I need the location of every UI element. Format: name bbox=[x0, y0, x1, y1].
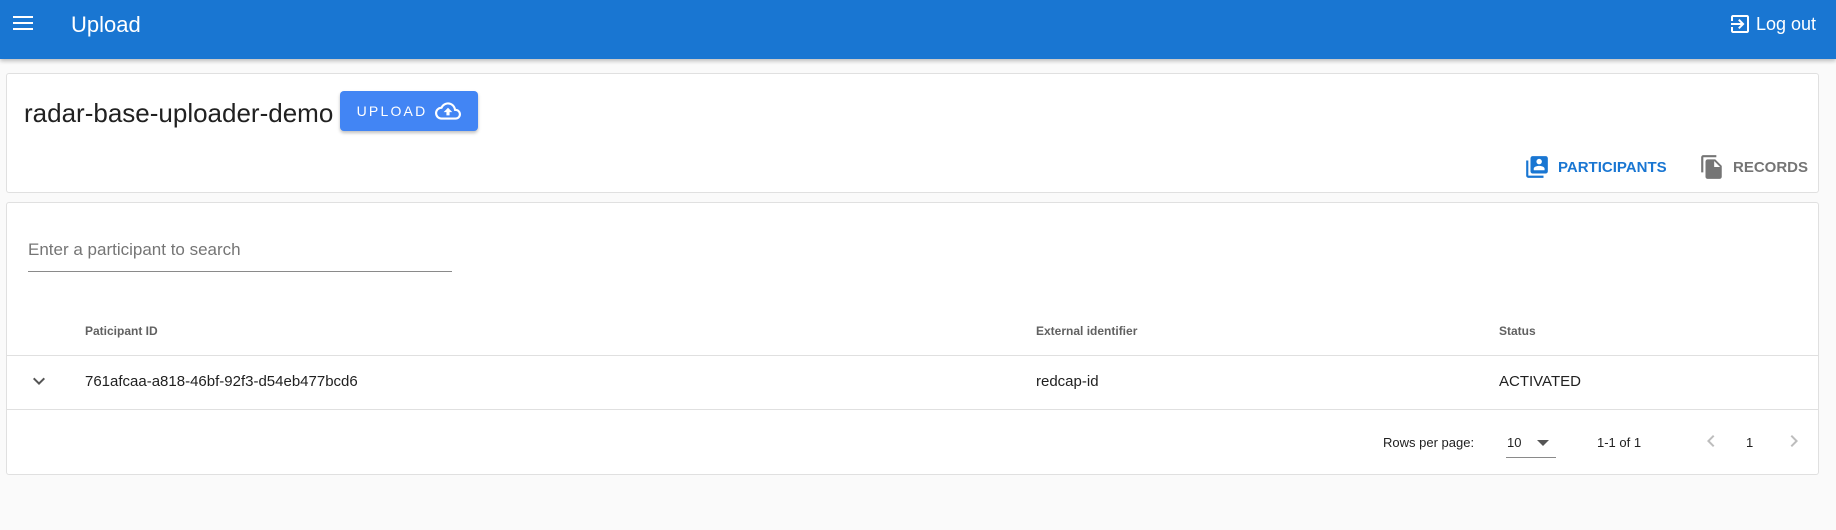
rows-per-page-label: Rows per page: bbox=[1383, 435, 1475, 450]
project-name: radar-base-uploader-demo bbox=[24, 98, 334, 128]
column-header-participant-id[interactable]: Paticipant ID bbox=[85, 324, 158, 338]
logout-button[interactable]: Log out bbox=[1728, 12, 1816, 36]
app-bar: Upload Log out bbox=[0, 0, 1836, 59]
search-field[interactable] bbox=[28, 236, 452, 272]
tab-records[interactable]: RECORDS bbox=[1699, 151, 1808, 183]
chevron-down-icon[interactable] bbox=[27, 369, 51, 393]
participants-icon bbox=[1526, 156, 1548, 178]
participant-id-cell: 761afcaa-a818-46bf-92f3-d54eb477bcd6 bbox=[85, 373, 358, 390]
column-header-external-identifier[interactable]: External identifier bbox=[1036, 324, 1137, 338]
cloud-upload-icon bbox=[435, 102, 462, 120]
rows-per-page-value: 10 bbox=[1507, 435, 1522, 450]
column-header-status[interactable]: Status bbox=[1499, 324, 1536, 338]
participants-card: Paticipant ID External identifier Status… bbox=[6, 202, 1819, 475]
table-row[interactable]: 761afcaa-a818-46bf-92f3-d54eb477bcd6 red… bbox=[7, 355, 1818, 409]
records-icon bbox=[1701, 155, 1722, 179]
dropdown-caret-icon bbox=[1537, 440, 1549, 446]
current-page: 1 bbox=[1746, 435, 1754, 450]
search-input[interactable] bbox=[28, 236, 452, 260]
logout-label: Log out bbox=[1755, 13, 1816, 34]
table-divider bbox=[7, 409, 1818, 410]
upload-label: UPLOAD bbox=[356, 103, 428, 119]
external-identifier-cell: redcap-id bbox=[1036, 373, 1099, 390]
rows-per-page-select[interactable]: 10 bbox=[1506, 428, 1556, 458]
chevron-left-icon[interactable] bbox=[1699, 429, 1723, 453]
upload-button[interactable]: UPLOAD bbox=[340, 91, 478, 131]
logout-icon bbox=[1730, 15, 1749, 33]
tab-participants[interactable]: PARTICIPANTS bbox=[1524, 151, 1667, 183]
chevron-right-icon[interactable] bbox=[1782, 429, 1806, 453]
project-header-card: radar-base-uploader-demo UPLOAD PARTICIP… bbox=[6, 73, 1819, 193]
menu-icon[interactable] bbox=[10, 10, 36, 36]
pagination-range: 1-1 of 1 bbox=[1597, 435, 1642, 450]
tab-records-label: RECORDS bbox=[1733, 158, 1809, 176]
tab-participants-label: PARTICIPANTS bbox=[1558, 158, 1667, 176]
status-cell: ACTIVATED bbox=[1499, 373, 1581, 390]
page-title: Upload bbox=[71, 12, 141, 37]
